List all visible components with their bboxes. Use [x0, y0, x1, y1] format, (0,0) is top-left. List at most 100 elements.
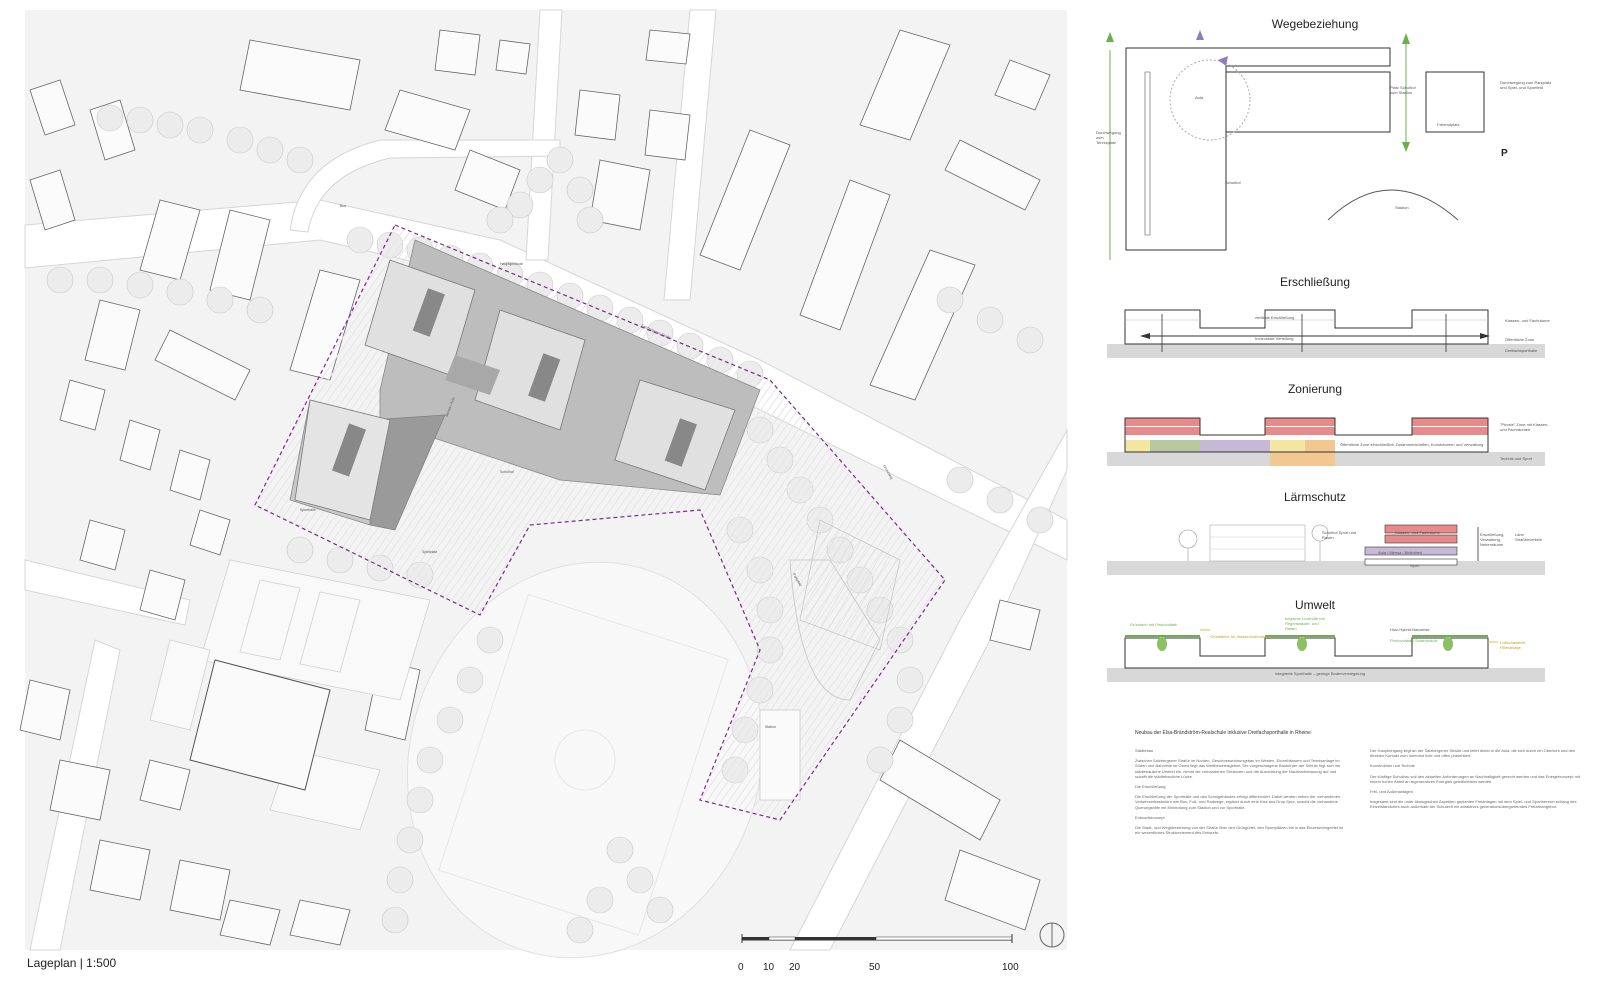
- panel-note: Aula / Mensa / Bibliothek: [1378, 550, 1423, 555]
- scale-label: 20: [789, 962, 801, 973]
- panel-note: Grünfläche für Wasserrückhaltung: [1210, 634, 1271, 639]
- scale-label: 50: [869, 962, 881, 973]
- tree-canopy: [526, 166, 554, 194]
- tree-canopy: [586, 886, 614, 914]
- panel-note: Stadion: [1395, 205, 1409, 210]
- panel-note: Klassen- und Fachräume: [1395, 530, 1440, 535]
- plan-caption: Lageplan | 1:500: [27, 956, 117, 970]
- tree-canopy: [936, 286, 964, 314]
- scale-label: 0: [738, 962, 744, 973]
- description-paragraph: Der Haupteingang liegt an der Salzbergen…: [1370, 748, 1576, 759]
- tree-canopy: [346, 226, 374, 254]
- panel-note: Technik und Sport: [1500, 456, 1533, 461]
- area-label: Station: [765, 725, 776, 729]
- tree-canopy: [46, 266, 74, 294]
- panel-note: begrünte Lichthöfe mit Regenwasser- und …: [1285, 616, 1325, 631]
- tree-canopy: [416, 746, 444, 774]
- panel-note: "Private" Zone mit Klassen- und Fachräum…: [1500, 422, 1549, 432]
- tree-canopy: [166, 278, 194, 306]
- tree-canopy: [286, 146, 314, 174]
- tree-canopy: [206, 286, 234, 314]
- tree-canopy: [456, 666, 484, 694]
- panel-note: Holz-Hybrid-Bauweise: [1390, 627, 1430, 632]
- panel-note: Luftschadstoff-Filteranlage: [1500, 640, 1527, 650]
- tree-canopy: [566, 916, 594, 944]
- panel-note: Photovoltaik / Solarmodule: [1390, 638, 1438, 643]
- description-paragraph: Die Stadt- und Wegebeziehung von der Str…: [1135, 825, 1344, 836]
- tree-canopy: [126, 106, 154, 134]
- panel-note: vertikale Erschließung: [1255, 315, 1295, 320]
- wegebeziehung-diagram: [1106, 30, 1485, 260]
- tree-canopy: [646, 896, 674, 924]
- tree-canopy: [476, 626, 504, 654]
- panel-note: Sport: [1410, 563, 1420, 568]
- description-paragraph: Konstruktion und Technik: [1370, 763, 1415, 769]
- description-column-1: Städtebau Zwischen Salzbergener Straße i…: [1135, 748, 1345, 840]
- parking-symbol: P: [1501, 148, 1508, 159]
- area-label: Sporthalle: [300, 508, 316, 512]
- tree-canopy: [566, 176, 594, 204]
- panel-note: Durchwegung zum Parkplatz und Spiel- und…: [1500, 80, 1552, 90]
- area-label: Spielplatz: [422, 550, 438, 554]
- tree-canopy: [1016, 326, 1044, 354]
- description-paragraph: Frei- und Außenanlagen: [1370, 789, 1413, 795]
- tree-canopy: [946, 466, 974, 494]
- description-paragraph: Die Erschließung: [1135, 784, 1166, 790]
- street-label: Bus: [340, 204, 347, 208]
- tree-canopy: [126, 271, 154, 299]
- zonierung-diagram: [1107, 417, 1545, 466]
- description-paragraph: Insgesamt sind die unter ökologischen As…: [1370, 799, 1577, 810]
- tree-canopy: [986, 486, 1014, 514]
- tree-canopy: [546, 146, 574, 174]
- panel-note: Dreifachsporthalle: [1505, 348, 1538, 353]
- panel-note: Schulhof: [1225, 180, 1241, 185]
- panel-note: Durchwegung zum Tennisplatz: [1096, 130, 1121, 145]
- panel-note: horizontale Verteilung: [1255, 336, 1294, 341]
- panel-note: Lärm Straßenverkehr: [1515, 532, 1543, 542]
- description-paragraph: Zwischen Salzbergener Straße im Norden, …: [1135, 758, 1340, 779]
- tree-canopy: [381, 906, 409, 934]
- scale-label: 100: [1002, 962, 1019, 973]
- description-title: Neubau der Elsa-Brändström-Realschule in…: [1135, 730, 1311, 736]
- panel-note: Schulhof Sport und Rasen: [1322, 530, 1357, 540]
- panel-note: integrierte Sporthalle – geringe Bodenve…: [1275, 671, 1366, 676]
- tree-canopy: [156, 111, 184, 139]
- tree-canopy: [576, 206, 604, 234]
- panel-note: Aula: [1195, 95, 1204, 100]
- panel-note: Erschließung, Verwaltung, Nebenräume: [1480, 532, 1505, 547]
- tree-canopy: [226, 126, 254, 154]
- umwelt-diagram: [1107, 629, 1545, 682]
- panel-note: Gründach mit Photovoltaik: [1130, 622, 1177, 627]
- tree-canopy: [186, 116, 214, 144]
- tree-canopy: [486, 206, 514, 234]
- panel-note: Fahrradplatz: [1437, 122, 1460, 127]
- tree-canopy: [256, 136, 284, 164]
- tree-canopy: [436, 706, 464, 734]
- tree-canopy: [626, 866, 654, 894]
- panel-title-erschliessung: Erschließung: [1279, 275, 1351, 289]
- tree-canopy: [396, 826, 424, 854]
- erschliessung-diagram: [1107, 309, 1545, 358]
- tree-canopy: [406, 786, 434, 814]
- tree-canopy: [1026, 506, 1054, 534]
- laermschutz-diagram: [1107, 524, 1545, 575]
- panel-title-laermschutz: Lärmschutz: [1283, 490, 1347, 504]
- site-plan: [19, 9, 1068, 959]
- panel-title-zonierung: Zonierung: [1287, 382, 1343, 396]
- tree-canopy: [286, 536, 314, 564]
- tree-canopy: [976, 306, 1004, 334]
- tree-canopy: [96, 104, 124, 132]
- tree-canopy: [866, 746, 894, 774]
- tree-canopy: [606, 836, 634, 864]
- panel-note: Klassen- und Fachräume: [1505, 318, 1550, 323]
- tree-canopy: [886, 706, 914, 734]
- description-paragraph: Städtebau: [1135, 748, 1154, 753]
- tree-canopy: [86, 266, 114, 294]
- panel-title-wegebeziehung: Wegebeziehung: [1271, 17, 1359, 31]
- panel-note: Öffentliche Zone einschließlich Zusammen…: [1340, 442, 1484, 447]
- tree-canopy: [246, 296, 274, 324]
- area-label: Schulhof: [500, 470, 514, 474]
- tree-canopy: [386, 866, 414, 894]
- description-paragraph: Der künftige Schulbau soll den aktuellen…: [1370, 773, 1580, 784]
- panel-note: Platz Schulhof zum Stadion: [1390, 85, 1416, 95]
